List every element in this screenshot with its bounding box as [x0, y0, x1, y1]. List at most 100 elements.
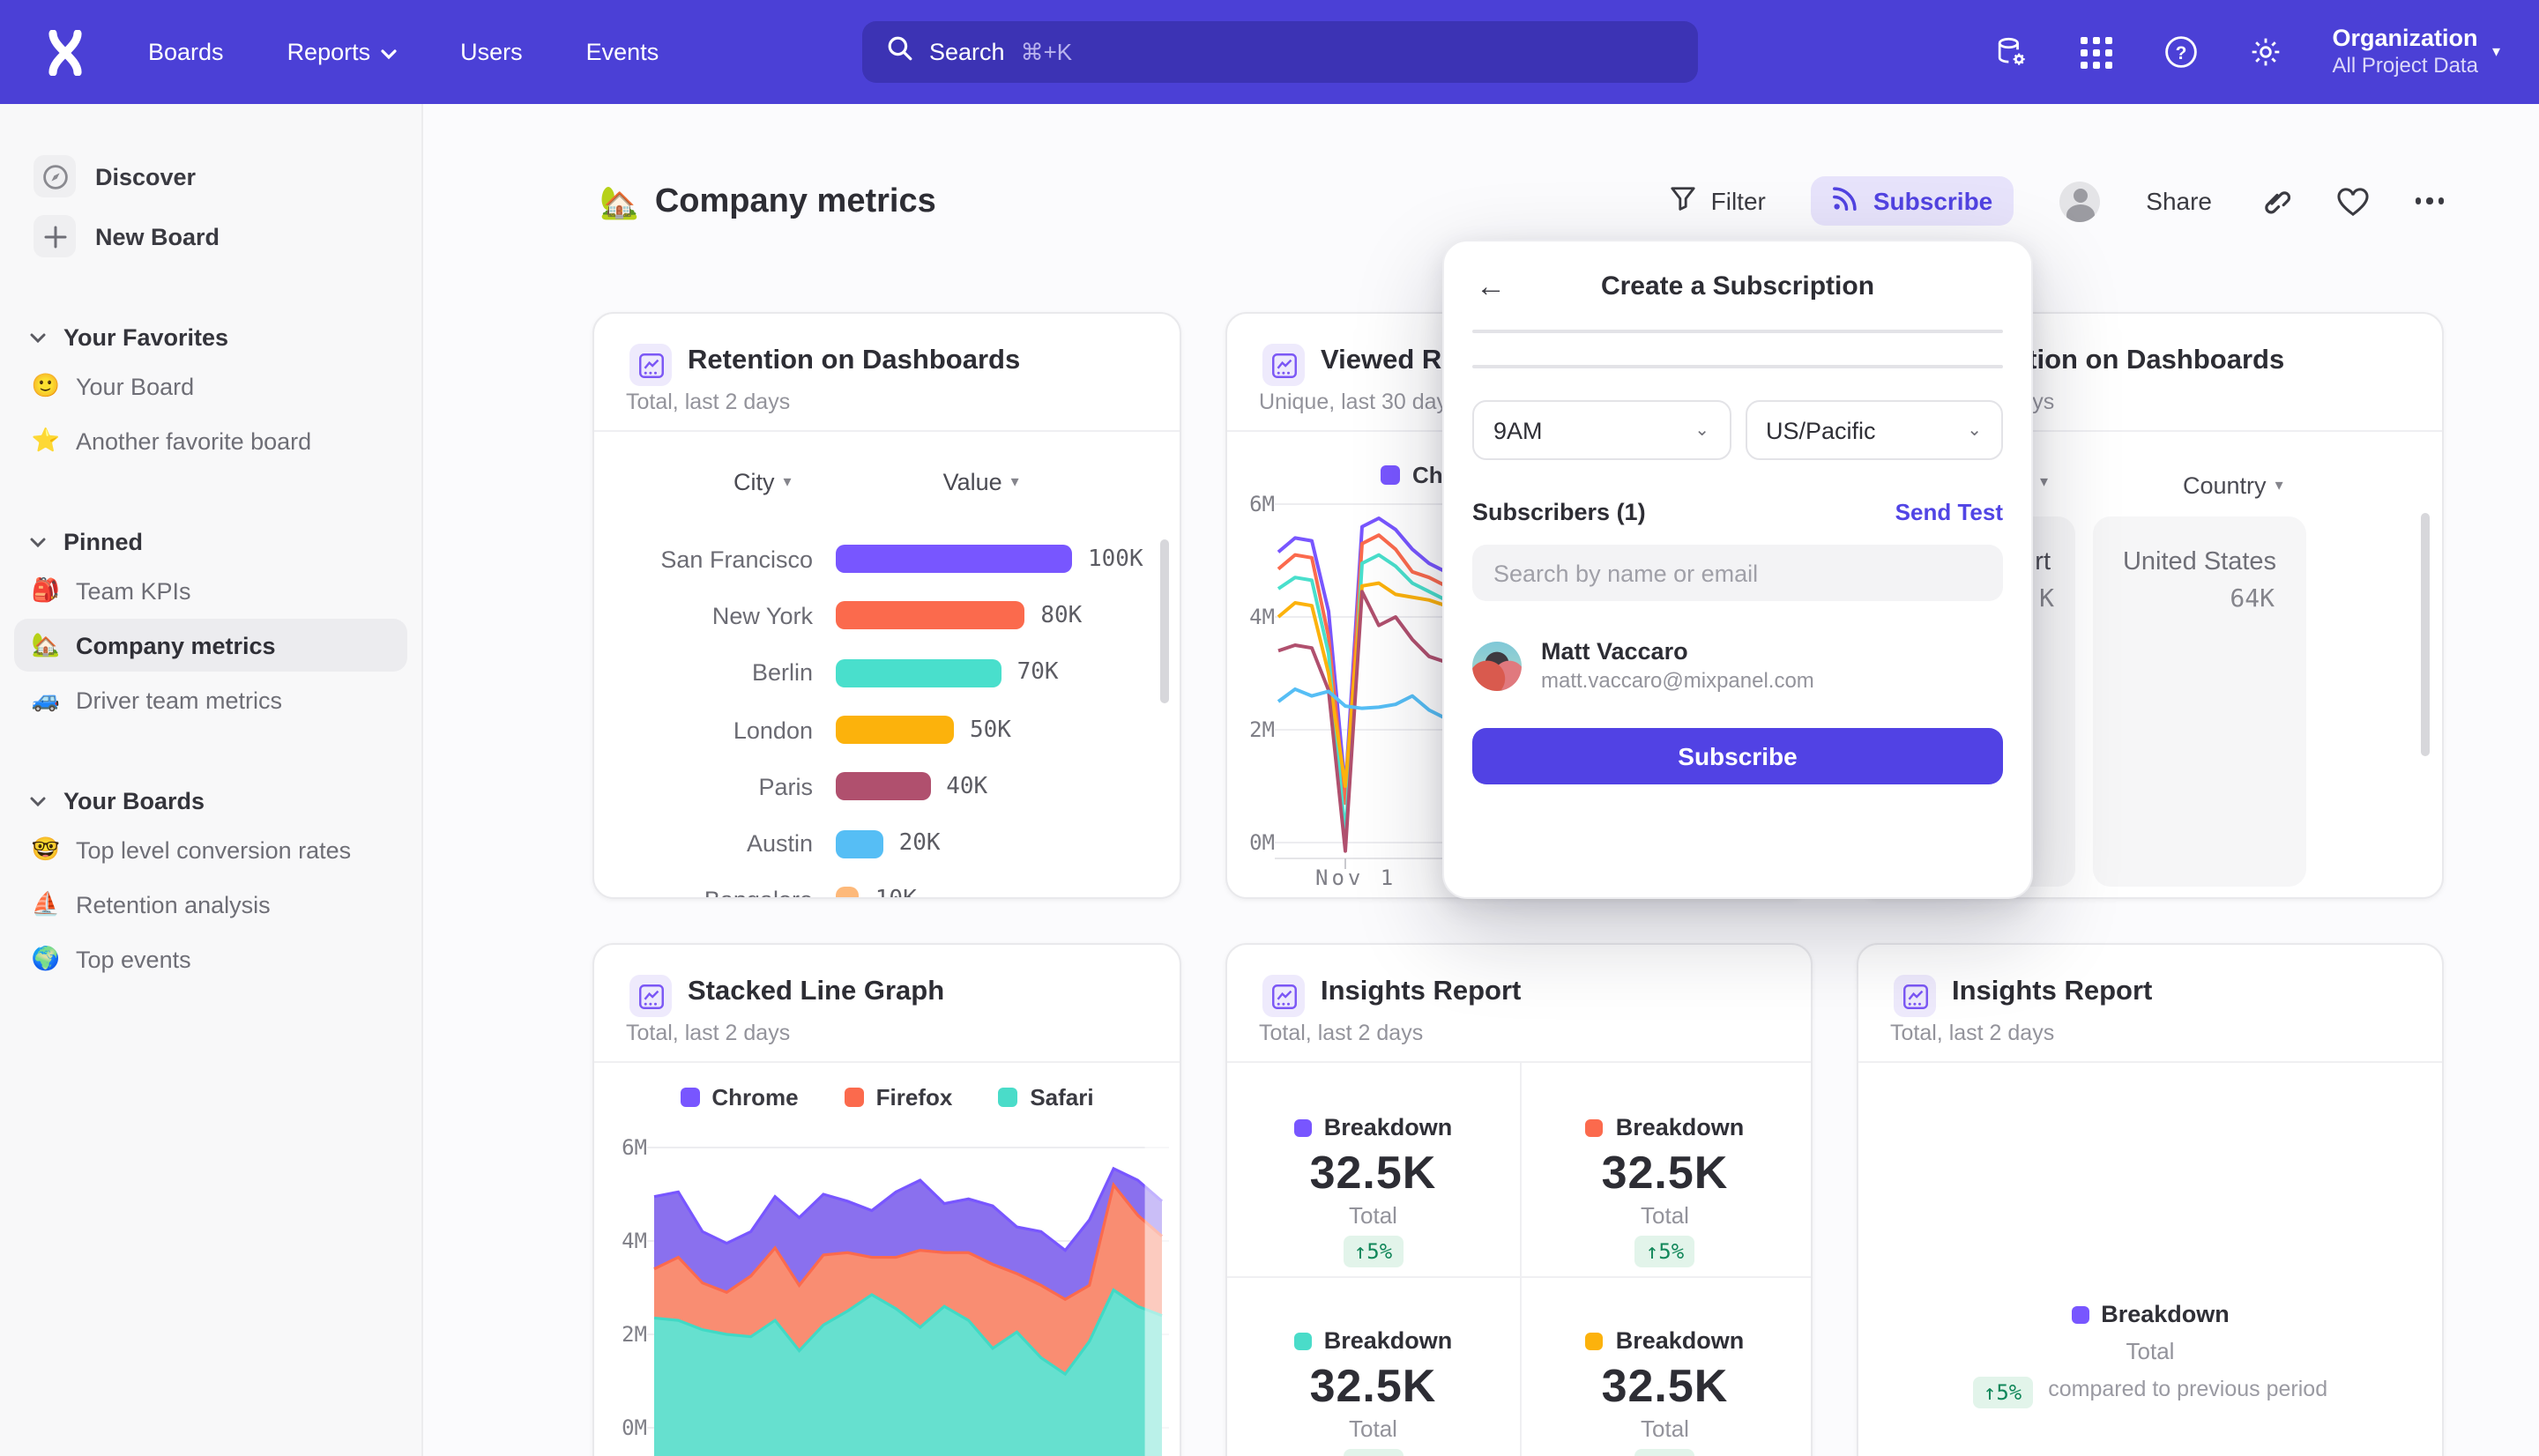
nav-item-events[interactable]: Events: [586, 39, 659, 65]
back-arrow-icon[interactable]: ←: [1476, 270, 1506, 305]
column-header-country[interactable]: Country▾: [2183, 472, 2283, 499]
table-row[interactable]: San Francisco100K: [594, 531, 1180, 588]
y-tick: 2M: [601, 1322, 647, 1347]
apps-grid-icon[interactable]: [2079, 34, 2114, 70]
timezone-select-value: US/Pacific: [1766, 417, 1876, 443]
sidebar-item-discover[interactable]: Discover: [21, 150, 407, 203]
table-row[interactable]: Bangalore10K: [594, 873, 1180, 899]
metric-tile[interactable]: Breakdown32.5KTotal↑5%: [1519, 1276, 1811, 1456]
metric-caption: Total: [1641, 1202, 1689, 1229]
metric-value: 32.5K: [1602, 1146, 1729, 1200]
settings-gear-icon[interactable]: [2248, 34, 2283, 70]
copy-link-icon[interactable]: [2258, 185, 2290, 217]
sidebar-section-header[interactable]: Your Favorites: [0, 316, 421, 358]
legend-item-chrome[interactable]: Chrome: [680, 1084, 798, 1111]
country-tile-united-states[interactable]: United States 64K: [2093, 516, 2306, 887]
row-city-label: New York: [594, 603, 813, 629]
metric-tile[interactable]: Breakdown Total ↑5% compared to previous…: [1858, 1250, 2442, 1408]
subscriber-row[interactable]: Matt Vaccaro matt.vaccaro@mixpanel.com: [1472, 636, 2003, 696]
legend-swatch: [2071, 1305, 2089, 1323]
card-retention-dashboards: Retention on Dashboards Total, last 2 da…: [592, 312, 1181, 899]
board-emoji: ⭐: [30, 427, 62, 455]
sidebar-item-top-level-conversion-rates[interactable]: 🤓Top level conversion rates: [14, 823, 407, 876]
row-value-bar: [836, 658, 1001, 687]
sidebar-item-team-kpis[interactable]: 🎒Team KPIs: [14, 564, 407, 617]
more-options-icon[interactable]: [2415, 198, 2444, 204]
legend-swatch: [1294, 1118, 1312, 1136]
metric-tile[interactable]: Breakdown32.5KTotal↑5%: [1227, 1276, 1519, 1456]
legend-label: Safari: [1030, 1084, 1093, 1111]
column-header-value[interactable]: Value▾: [943, 469, 1019, 495]
row-value-bar: [836, 829, 883, 858]
funnel-icon: [1671, 185, 1697, 217]
row-value-label: 40K: [946, 774, 987, 800]
sidebar-item-retention-analysis[interactable]: ⛵Retention analysis: [14, 878, 407, 931]
table-row[interactable]: Berlin70K: [594, 644, 1180, 702]
sort-icon: ▾: [1011, 472, 1019, 492]
nav-item-label: Users: [460, 39, 523, 65]
send-test-link[interactable]: Send Test: [1895, 498, 2003, 524]
nav-item-label: Boards: [148, 39, 224, 65]
subscribe-button[interactable]: Subscribe: [1812, 176, 2014, 226]
sidebar-item-company-metrics[interactable]: 🏡Company metrics: [14, 619, 407, 672]
subscriber-search-input[interactable]: [1472, 545, 2003, 601]
report-chart-icon: [1262, 344, 1305, 386]
avatar[interactable]: [2059, 181, 2100, 221]
search-input[interactable]: Search ⌘+K: [862, 21, 1698, 83]
scrollbar[interactable]: [1160, 539, 1169, 703]
column-header-city[interactable]: City▾: [733, 469, 792, 495]
metric-caption: Total: [1641, 1415, 1689, 1442]
chevron-down-icon: ⌄: [1694, 420, 1709, 440]
nav-item-users[interactable]: Users: [460, 39, 523, 65]
time-select[interactable]: 9AM ⌄: [1472, 400, 1731, 460]
timezone-select[interactable]: US/Pacific ⌄: [1745, 400, 2003, 460]
row-city-label: Berlin: [594, 659, 813, 686]
sidebar-item-new-board[interactable]: New Board: [21, 210, 407, 263]
share-button[interactable]: Share: [2146, 187, 2212, 215]
row-value-label: 20K: [899, 830, 941, 857]
rss-icon: [1833, 185, 1859, 217]
nav-item-reports[interactable]: Reports: [287, 39, 398, 65]
sort-icon: ▾: [2275, 476, 2283, 495]
sidebar-item-driver-team-metrics[interactable]: 🚙Driver team metrics: [14, 673, 407, 726]
mixpanel-logo-icon[interactable]: [42, 29, 88, 75]
row-city-label: Austin: [594, 830, 813, 857]
sidebar-section-header[interactable]: Your Boards: [0, 779, 421, 821]
metric-tile[interactable]: Breakdown32.5KTotal↑5%: [1227, 1063, 1519, 1276]
cadence-tabs: [1472, 365, 2003, 368]
sidebar-item-your-board[interactable]: 🙂Your Board: [14, 360, 407, 412]
legend-item-safari[interactable]: Safari: [998, 1084, 1093, 1111]
board-emoji: 🎒: [30, 576, 62, 605]
filter-button[interactable]: Filter: [1671, 185, 1766, 217]
sidebar-item-top-events[interactable]: 🌍Top events: [14, 932, 407, 985]
sidebar-item-another-favorite-board[interactable]: ⭐ Another favorite board: [14, 414, 407, 467]
sidebar-item-label: Discover: [95, 163, 196, 189]
org-project-switcher[interactable]: Organization All Project Data ▾: [2333, 24, 2500, 80]
sidebar-item-label: Another favorite board: [76, 427, 311, 454]
table-row[interactable]: London50K: [594, 702, 1180, 759]
y-tick: 0M: [601, 1415, 647, 1440]
favorite-heart-icon[interactable]: [2335, 186, 2369, 216]
card-title: Stacked Line Graph: [688, 977, 944, 1008]
legend-swatch: [1586, 1118, 1604, 1136]
metric-tile[interactable]: Breakdown32.5KTotal↑5%: [1519, 1063, 1811, 1276]
chevron-down-icon: [30, 321, 46, 353]
legend-item-firefox[interactable]: Firefox: [845, 1084, 953, 1111]
column-header-hidden[interactable]: ▾: [2040, 472, 2048, 492]
legend-swatch: [1294, 1332, 1312, 1349]
card-subtitle: Total, last 2 days: [626, 390, 790, 414]
y-tick: 2M: [1229, 717, 1275, 742]
table-row[interactable]: Paris40K: [594, 758, 1180, 815]
row-value-label: 10K: [875, 888, 917, 899]
org-project: All Project Data: [2333, 54, 2478, 80]
nav-item-boards[interactable]: Boards: [148, 39, 224, 65]
sidebar-section-header[interactable]: Pinned: [0, 520, 421, 562]
scrollbar[interactable]: [2421, 513, 2430, 756]
page-title: Company metrics: [655, 183, 936, 222]
table-row[interactable]: New York80K: [594, 588, 1180, 645]
row-city-label: London: [594, 717, 813, 743]
help-icon[interactable]: ?: [2163, 34, 2199, 70]
modal-subscribe-button[interactable]: Subscribe: [1472, 728, 2003, 784]
data-management-icon[interactable]: [1994, 34, 2029, 70]
table-row[interactable]: Austin 20K: [594, 815, 1180, 873]
